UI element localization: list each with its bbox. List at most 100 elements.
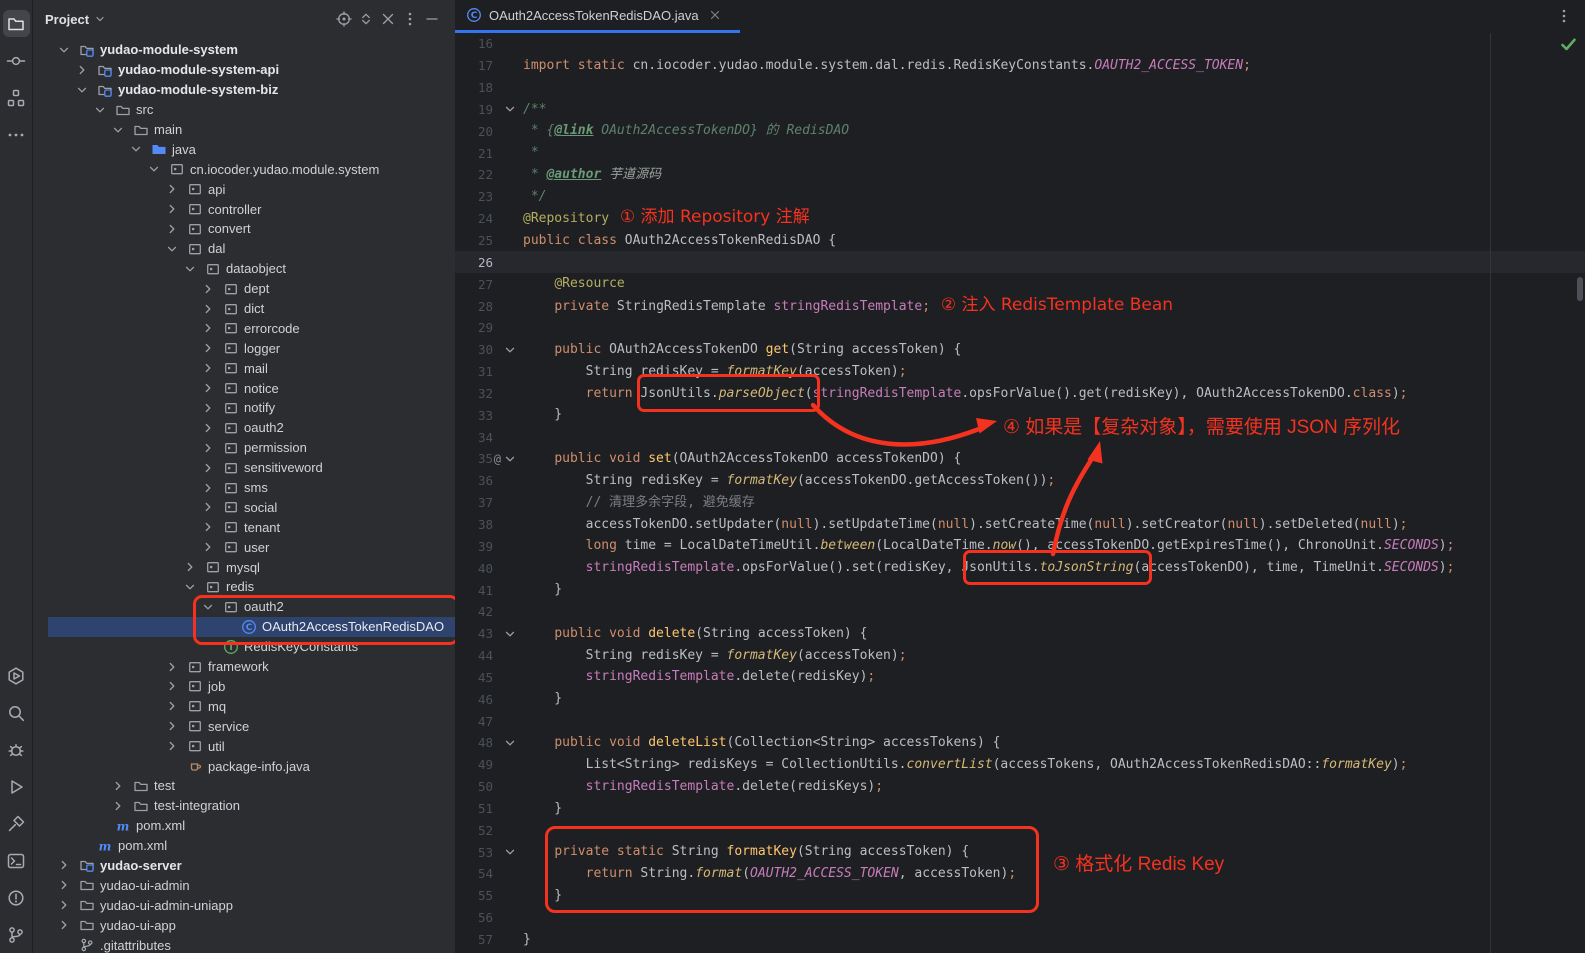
line-number[interactable]: 54 <box>455 866 493 881</box>
chevron-right-icon[interactable] <box>109 798 127 814</box>
code-line-32[interactable]: 32 return JsonUtils.parseObject(stringRe… <box>455 383 1585 405</box>
tree-item-mail[interactable]: mail <box>33 358 455 378</box>
chevron-down-icon[interactable] <box>145 161 163 177</box>
close-icon[interactable] <box>708 8 722 22</box>
line-number[interactable]: 53 <box>455 845 493 860</box>
tree-item-job[interactable]: job <box>33 677 455 697</box>
line-number[interactable]: 36 <box>455 473 493 488</box>
line-number[interactable]: 43 <box>455 626 493 641</box>
code-line-49[interactable]: 49 List<String> redisKeys = CollectionUt… <box>455 754 1585 776</box>
code-line-19[interactable]: 19/** <box>455 99 1585 121</box>
line-number[interactable]: 29 <box>455 320 493 335</box>
line-number[interactable]: 16 <box>455 36 493 51</box>
chevron-down-icon[interactable] <box>181 579 199 595</box>
chevron-right-icon[interactable] <box>199 360 217 376</box>
tree-item-tenant[interactable]: tenant <box>33 517 455 537</box>
chevron-right-icon[interactable] <box>199 480 217 496</box>
chevron-right-icon[interactable] <box>163 221 181 237</box>
tree-item-yudao-ui-app[interactable]: yudao-ui-app <box>33 915 455 935</box>
chevron-down-icon[interactable] <box>55 42 73 58</box>
code-line-44[interactable]: 44 String redisKey = formatKey(accessTok… <box>455 645 1585 667</box>
code-line-42[interactable]: 42 <box>455 601 1585 623</box>
line-number[interactable]: 52 <box>455 823 493 838</box>
code-line-41[interactable]: 41 } <box>455 579 1585 601</box>
structure-icon[interactable] <box>3 84 30 111</box>
line-number[interactable]: 18 <box>455 80 493 95</box>
tree-item-redis[interactable]: redis <box>33 577 455 597</box>
code-line-43[interactable]: 43 public void delete(String accessToken… <box>455 623 1585 645</box>
chevron-right-icon[interactable] <box>199 340 217 356</box>
fold-column[interactable] <box>493 735 523 751</box>
tree-item-dal[interactable]: dal <box>33 239 455 259</box>
line-number[interactable]: 51 <box>455 801 493 816</box>
tree-item-yudao-module-system[interactable]: yudao-module-system <box>33 40 455 60</box>
chevron-right-icon[interactable] <box>181 559 199 575</box>
tree-item-yudao-ui-admin-uniapp[interactable]: yudao-ui-admin-uniapp <box>33 895 455 915</box>
line-number[interactable]: 49 <box>455 757 493 772</box>
chevron-down-icon[interactable] <box>163 241 181 257</box>
line-number[interactable]: 28 <box>455 299 493 314</box>
chevron-right-icon[interactable] <box>55 897 73 913</box>
line-number[interactable]: 39 <box>455 539 493 554</box>
chevron-right-icon[interactable] <box>163 718 181 734</box>
chevron-right-icon[interactable] <box>199 539 217 555</box>
tree-item-oauth2[interactable]: oauth2 <box>33 418 455 438</box>
code-line-28[interactable]: 28 private StringRedisTemplate stringRed… <box>455 295 1585 317</box>
chevron-right-icon[interactable] <box>55 877 73 893</box>
chevron-right-icon[interactable] <box>199 519 217 535</box>
code-area[interactable]: 1617import static cn.iocoder.yudao.modul… <box>455 33 1585 953</box>
fold-column[interactable] <box>493 626 523 642</box>
tree-item-framework[interactable]: framework <box>33 657 455 677</box>
chevron-down-icon[interactable] <box>109 122 127 138</box>
line-number[interactable]: 21 <box>455 146 493 161</box>
line-number[interactable]: 48 <box>455 735 493 750</box>
tree-item-java[interactable]: java <box>33 139 455 159</box>
scrollbar-thumb[interactable] <box>1577 277 1583 301</box>
chevron-right-icon[interactable] <box>55 917 73 933</box>
code-line-45[interactable]: 45 stringRedisTemplate.delete(redisKey); <box>455 666 1585 688</box>
line-number[interactable]: 37 <box>455 495 493 510</box>
run-icon[interactable] <box>3 773 30 800</box>
line-number[interactable]: 40 <box>455 561 493 576</box>
chevron-right-icon[interactable] <box>163 201 181 217</box>
line-number[interactable]: 38 <box>455 517 493 532</box>
code-line-27[interactable]: 27 @Resource <box>455 273 1585 295</box>
code-line-56[interactable]: 56 <box>455 907 1585 929</box>
chevron-right-icon[interactable] <box>163 698 181 714</box>
code-line-30[interactable]: 30 public OAuth2AccessTokenDO get(String… <box>455 339 1585 361</box>
code-line-47[interactable]: 47 <box>455 710 1585 732</box>
code-line-36[interactable]: 36 String redisKey = formatKey(accessTok… <box>455 470 1585 492</box>
code-line-39[interactable]: 39 long time = LocalDateTimeUtil.between… <box>455 535 1585 557</box>
tree-item-cn-iocoder-yudao-module-system[interactable]: cn.iocoder.yudao.module.system <box>33 159 455 179</box>
tree-item-src[interactable]: src <box>33 100 455 120</box>
code-line-50[interactable]: 50 stringRedisTemplate.delete(redisKeys)… <box>455 776 1585 798</box>
code-line-22[interactable]: 22 * @author 芋道源码 <box>455 164 1585 186</box>
fold-column[interactable] <box>493 342 523 358</box>
line-number[interactable]: 50 <box>455 779 493 794</box>
tree-item-yudao-module-system-api[interactable]: yudao-module-system-api <box>33 60 455 80</box>
commit-icon[interactable] <box>3 47 30 74</box>
line-number[interactable]: 57 <box>455 932 493 947</box>
tree-item-pom-xml[interactable]: mpom.xml <box>33 816 455 836</box>
code-line-52[interactable]: 52 <box>455 819 1585 841</box>
line-number[interactable]: 47 <box>455 714 493 729</box>
tree-item-pom-xml[interactable]: mpom.xml <box>33 836 455 856</box>
tree-item-rediskeyconstants[interactable]: IRedisKeyConstants <box>33 637 455 657</box>
fold-column[interactable] <box>493 844 523 860</box>
tree-item-package-info-java[interactable]: package-info.java <box>33 756 455 776</box>
code-line-20[interactable]: 20 * {@link OAuth2AccessTokenDO} 的 Redis… <box>455 120 1585 142</box>
code-line-57[interactable]: 57} <box>455 929 1585 951</box>
line-number[interactable]: 25 <box>455 233 493 248</box>
code-line-48[interactable]: 48 public void deleteList(Collection<Str… <box>455 732 1585 754</box>
line-number[interactable]: 41 <box>455 583 493 598</box>
chevron-down-icon[interactable] <box>127 141 145 157</box>
tree-item-dataobject[interactable]: dataobject <box>33 259 455 279</box>
tree-item-sms[interactable]: sms <box>33 478 455 498</box>
chevron-right-icon[interactable] <box>199 281 217 297</box>
chevron-right-icon[interactable] <box>163 659 181 675</box>
line-number[interactable]: 44 <box>455 648 493 663</box>
tree-item-yudao-ui-admin[interactable]: yudao-ui-admin <box>33 875 455 895</box>
code-line-18[interactable]: 18 <box>455 77 1585 99</box>
git-branch-icon[interactable] <box>3 921 30 948</box>
line-number[interactable]: 17 <box>455 58 493 73</box>
